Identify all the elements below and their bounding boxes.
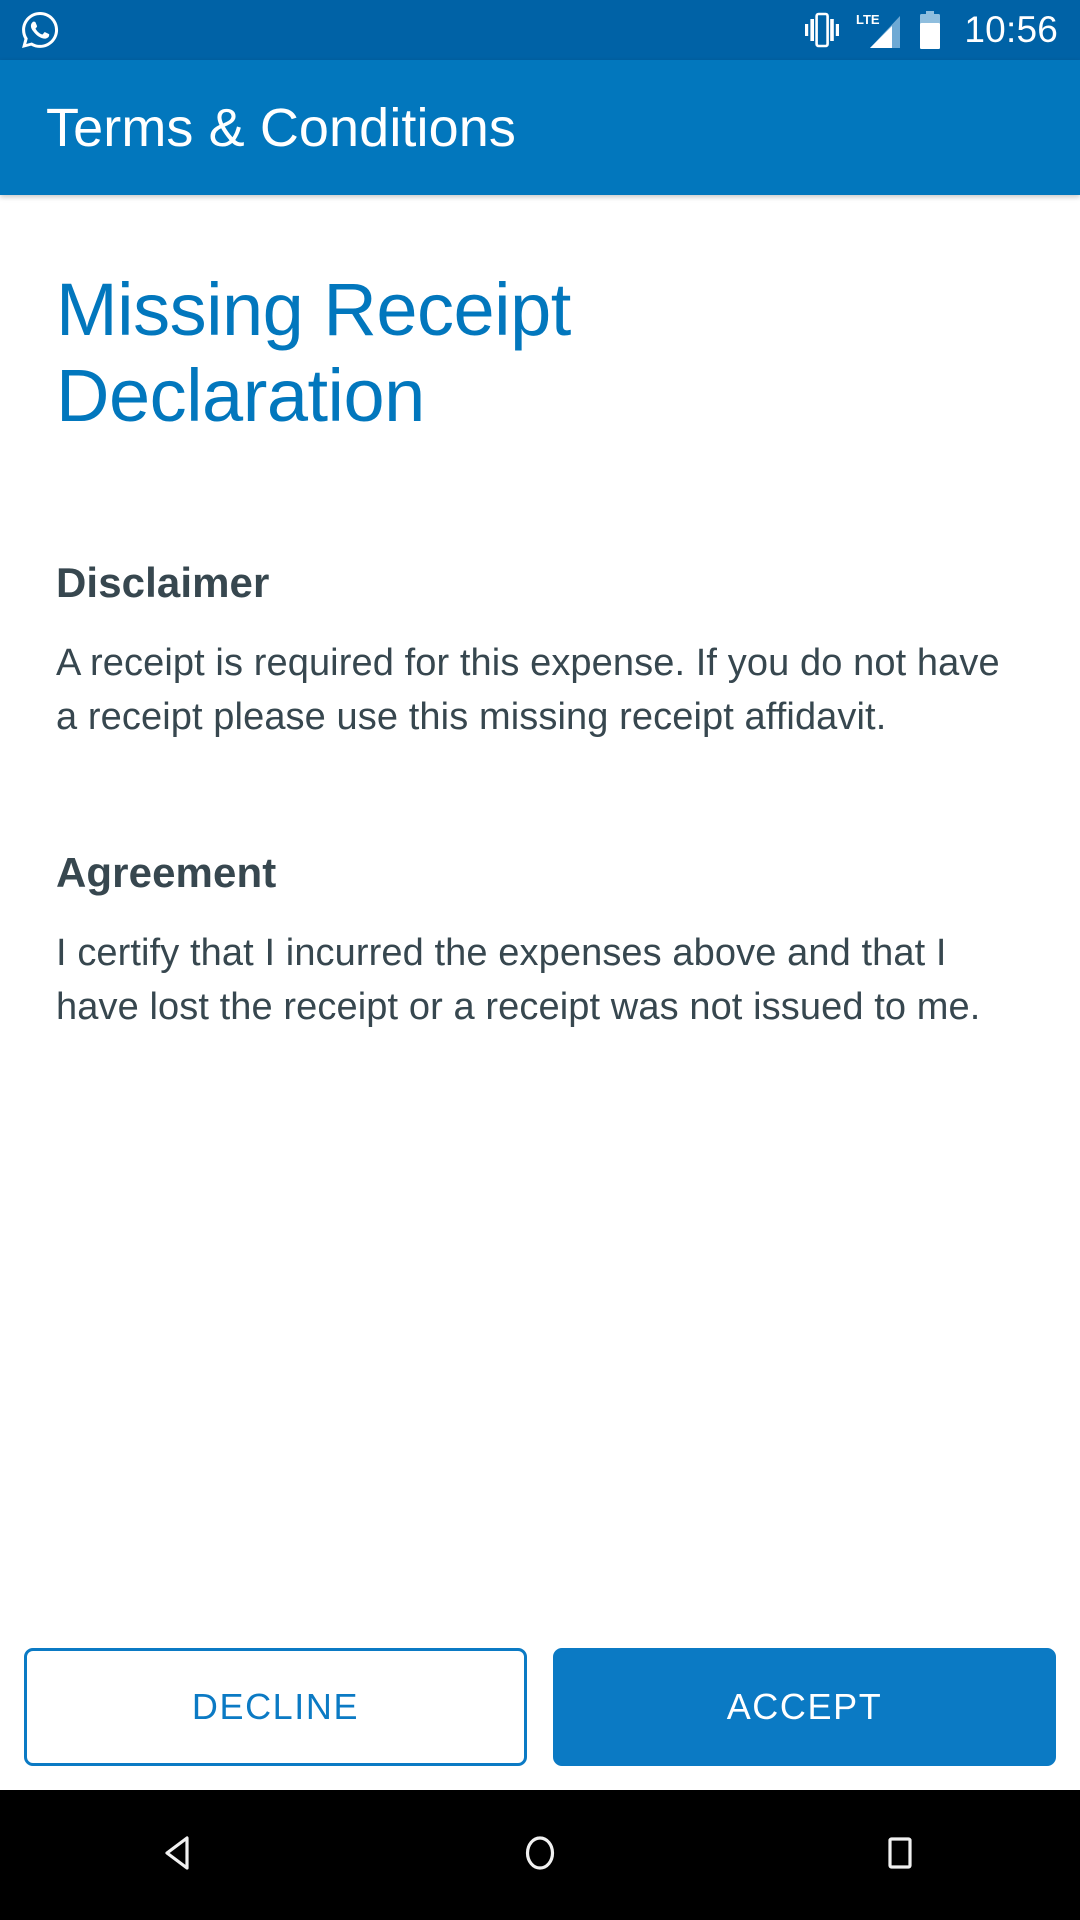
- nav-back-button[interactable]: [120, 1790, 240, 1920]
- back-triangle-icon: [158, 1831, 202, 1880]
- battery-icon: [919, 11, 941, 49]
- section-title-disclaimer: Disclaimer: [56, 559, 1024, 607]
- signal-bars-icon: LTE: [856, 11, 902, 49]
- nav-home-button[interactable]: [480, 1790, 600, 1920]
- app-bar-title: Terms & Conditions: [46, 97, 516, 159]
- nav-recents-button[interactable]: [840, 1790, 960, 1920]
- decline-button[interactable]: DECLINE: [24, 1648, 527, 1766]
- app-bar: Terms & Conditions: [0, 60, 1080, 195]
- section-body-disclaimer: A receipt is required for this expense. …: [56, 637, 1024, 745]
- action-bar: DECLINE ACCEPT: [0, 1623, 1080, 1790]
- recents-square-icon: [878, 1831, 922, 1880]
- status-bar: LTE 10:56: [0, 0, 1080, 60]
- home-circle-icon: [518, 1831, 562, 1880]
- page-title: Missing Receipt Declaration: [56, 267, 736, 439]
- android-nav-bar: [0, 1790, 1080, 1920]
- status-bar-notifications: [18, 8, 62, 52]
- status-bar-indicators: LTE 10:56: [805, 9, 1058, 51]
- content-area: Missing Receipt Declaration Disclaimer A…: [0, 195, 1080, 1625]
- status-bar-clock: 10:56: [964, 9, 1058, 51]
- phone-screen: LTE 10:56 Terms & Conditions Missing Rec…: [0, 0, 1080, 1920]
- section-body-agreement: I certify that I incurred the expenses a…: [56, 927, 1024, 1035]
- section-agreement: Agreement I certify that I incurred the …: [56, 849, 1024, 1035]
- svg-text:LTE: LTE: [856, 12, 880, 27]
- section-title-agreement: Agreement: [56, 849, 1024, 897]
- vibrate-icon: [805, 12, 839, 48]
- accept-button[interactable]: ACCEPT: [553, 1648, 1056, 1766]
- section-disclaimer: Disclaimer A receipt is required for thi…: [56, 559, 1024, 745]
- whatsapp-icon: [18, 8, 62, 52]
